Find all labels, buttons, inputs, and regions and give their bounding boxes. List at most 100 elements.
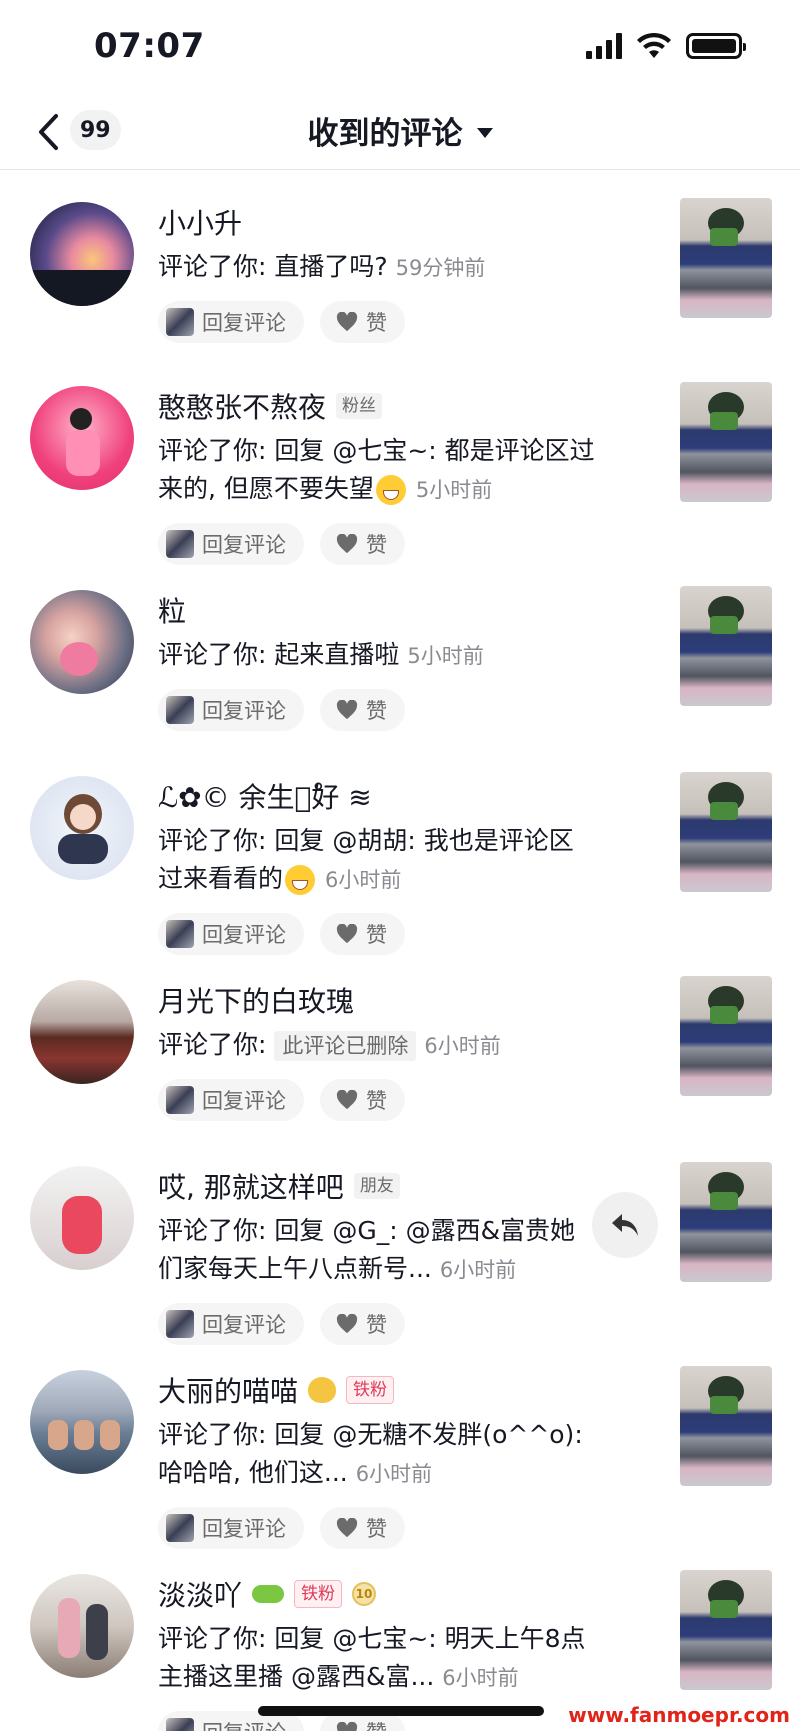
watermark: www.fanmoepr.com bbox=[568, 1703, 790, 1727]
video-thumbnail[interactable] bbox=[680, 976, 772, 1096]
reply-label: 回复评论 bbox=[202, 311, 286, 335]
like-label: 赞 bbox=[366, 533, 387, 557]
comment-prefix: 评论了你: bbox=[158, 1216, 275, 1245]
avatar[interactable] bbox=[30, 776, 134, 880]
comment-prefix: 评论了你: bbox=[158, 1420, 275, 1449]
reply-comment-button[interactable]: 回复评论 bbox=[158, 1303, 304, 1345]
quick-reply-button[interactable] bbox=[592, 1192, 658, 1258]
comment-prefix: 评论了你: bbox=[158, 826, 275, 855]
comment-text: 评论了你: 此评论已删除 6小时前 bbox=[158, 1026, 598, 1065]
reply-comment-button[interactable]: 回复评论 bbox=[158, 301, 304, 343]
heart-icon bbox=[336, 1314, 358, 1334]
video-thumb-icon bbox=[166, 308, 194, 336]
comment-time: 5小时前 bbox=[407, 644, 484, 668]
friend-badge: 朋友 bbox=[353, 1173, 400, 1199]
like-button[interactable]: 赞 bbox=[320, 913, 405, 955]
comment-time: 6小时前 bbox=[442, 1666, 519, 1690]
comment-text: 评论了你: 回复 @无糖不发胖(o^^o): 哈哈哈, 他们这... 6小时前 bbox=[158, 1416, 598, 1493]
page-title-dropdown[interactable]: 收到的评论 bbox=[0, 108, 800, 153]
like-button[interactable]: 赞 bbox=[320, 1303, 405, 1345]
video-thumb-icon bbox=[166, 1718, 194, 1731]
comment-text: 评论了你: 回复 @G_: @露西&富贵她们家每天上午八点新号... 6小时前 bbox=[158, 1212, 598, 1289]
status-icons bbox=[586, 32, 746, 60]
header: 99 收到的评论 bbox=[0, 92, 800, 170]
reply-comment-button[interactable]: 回复评论 bbox=[158, 523, 304, 565]
superfan-badge: 铁粉 bbox=[294, 1580, 343, 1608]
like-label: 赞 bbox=[366, 699, 387, 723]
video-thumbnail[interactable] bbox=[680, 1162, 772, 1282]
like-button[interactable]: 赞 bbox=[320, 301, 405, 343]
video-thumbnail[interactable] bbox=[680, 586, 772, 706]
reply-label: 回复评论 bbox=[202, 1089, 286, 1113]
reply-comment-button[interactable]: 回复评论 bbox=[158, 1507, 304, 1549]
like-label: 赞 bbox=[366, 1313, 387, 1337]
comment-text: 评论了你: 回复 @胡胡: 我也是评论区过来看看的 6小时前 bbox=[158, 822, 598, 899]
comment-time: 6小时前 bbox=[325, 868, 402, 892]
like-button[interactable]: 赞 bbox=[320, 523, 405, 565]
avatar[interactable] bbox=[30, 386, 134, 490]
user-name[interactable]: 淡淡吖 bbox=[158, 1574, 242, 1614]
user-name[interactable]: 憨憨张不熬夜 bbox=[158, 386, 326, 426]
home-indicator[interactable] bbox=[258, 1706, 544, 1716]
like-button[interactable]: 赞 bbox=[320, 1079, 405, 1121]
like-button[interactable]: 赞 bbox=[320, 1507, 405, 1549]
laughing-emoji-icon bbox=[285, 865, 316, 895]
comment-text: 评论了你: 起来直播啦 5小时前 bbox=[158, 636, 598, 675]
reply-label: 回复评论 bbox=[202, 923, 286, 947]
avatar[interactable] bbox=[30, 1166, 134, 1270]
comment-body: 起来直播啦 bbox=[274, 640, 400, 669]
reply-label: 回复评论 bbox=[202, 533, 286, 557]
comment-time: 5小时前 bbox=[415, 478, 493, 502]
avatar[interactable] bbox=[30, 1574, 134, 1678]
comment-prefix: 评论了你: bbox=[158, 640, 275, 669]
caret-down-icon bbox=[476, 127, 493, 138]
comment-prefix: 评论了你: bbox=[158, 252, 275, 281]
comment-prefix: 评论了你: bbox=[158, 1624, 275, 1653]
heart-icon bbox=[336, 1518, 358, 1538]
video-thumb-icon bbox=[166, 530, 194, 558]
avatar[interactable] bbox=[30, 202, 134, 306]
user-name[interactable]: 小小升 bbox=[158, 202, 242, 242]
video-thumbnail[interactable] bbox=[680, 1366, 772, 1486]
heart-icon bbox=[336, 924, 358, 944]
user-name[interactable]: 哎, 那就这样吧 bbox=[158, 1166, 344, 1206]
video-thumb-icon bbox=[166, 1086, 194, 1114]
avatar[interactable] bbox=[30, 1370, 134, 1474]
like-label: 赞 bbox=[366, 311, 387, 335]
comment-text: 评论了你: 直播了吗? 59分钟前 bbox=[158, 248, 598, 287]
like-label: 赞 bbox=[366, 923, 387, 947]
reply-comment-button[interactable]: 回复评论 bbox=[158, 913, 304, 955]
heart-icon bbox=[336, 700, 358, 720]
heart-icon bbox=[336, 312, 358, 332]
fan-level-badge: 10 bbox=[352, 1582, 377, 1606]
reply-label: 回复评论 bbox=[202, 1717, 286, 1731]
comment-prefix: 评论了你: bbox=[158, 1030, 275, 1059]
like-button[interactable]: 赞 bbox=[320, 689, 405, 731]
wifi-icon bbox=[637, 32, 671, 58]
caterpillar-emoji-icon bbox=[252, 1585, 285, 1603]
user-name[interactable]: ℒ✿© 余生安ْ好 ≋ bbox=[158, 776, 372, 816]
reply-comment-button[interactable]: 回复评论 bbox=[158, 1079, 304, 1121]
comment-time: 59分钟前 bbox=[395, 256, 486, 280]
deleted-comment-label: 此评论已删除 bbox=[274, 1031, 417, 1061]
user-name[interactable]: 大丽的喵喵 bbox=[158, 1370, 298, 1410]
user-name[interactable]: 粒 bbox=[158, 590, 186, 630]
heart-icon bbox=[336, 534, 358, 554]
video-thumbnail[interactable] bbox=[680, 772, 772, 892]
video-thumbnail[interactable] bbox=[680, 382, 772, 502]
avatar[interactable] bbox=[30, 980, 134, 1084]
comment-time: 6小时前 bbox=[424, 1034, 501, 1058]
heart-icon bbox=[336, 1722, 358, 1731]
like-label: 赞 bbox=[366, 1517, 387, 1541]
user-name[interactable]: 月光下的白玫瑰 bbox=[158, 980, 354, 1020]
signal-icon bbox=[586, 33, 622, 59]
like-label: 赞 bbox=[366, 1717, 387, 1731]
heart-icon bbox=[336, 1090, 358, 1110]
reply-comment-button[interactable]: 回复评论 bbox=[158, 689, 304, 731]
reply-label: 回复评论 bbox=[202, 1313, 286, 1337]
avatar[interactable] bbox=[30, 590, 134, 694]
comment-text: 评论了你: 回复 @七宝~: 明天上午8点主播这里播 @露西&富... 6小时前 bbox=[158, 1620, 598, 1697]
video-thumbnail[interactable] bbox=[680, 198, 772, 318]
video-thumbnail[interactable] bbox=[680, 1570, 772, 1690]
battery-icon bbox=[686, 33, 746, 59]
